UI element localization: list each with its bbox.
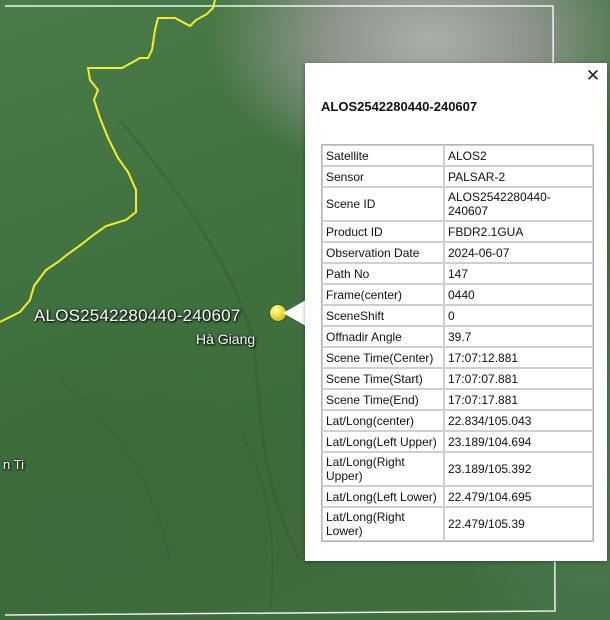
table-row: Offnadir Angle 39.7 — [322, 326, 593, 347]
table-row: Lat/Long(center) 22.834/105.043 — [322, 410, 593, 431]
row-value: 147 — [444, 263, 593, 284]
row-value: 22.479/104.695 — [444, 486, 593, 507]
row-key: Scene Time(Center) — [322, 347, 444, 368]
row-value: 17:07:17.881 — [444, 389, 593, 410]
row-value: PALSAR-2 — [444, 166, 593, 187]
row-key: Path No — [322, 263, 444, 284]
row-value: 23.189/104.694 — [444, 431, 593, 452]
table-row: SceneShift 0 — [322, 305, 593, 326]
row-value: 17:07:07.881 — [444, 368, 593, 389]
balloon-title: ALOS2542280440-240607 — [321, 99, 478, 114]
row-value: FBDR2.1GUA — [444, 221, 593, 242]
row-value: ALOS2 — [444, 145, 593, 166]
table-row: Scene Time(Start) 17:07:07.881 — [322, 368, 593, 389]
row-key: Satellite — [322, 145, 444, 166]
scene-info-table: Satellite ALOS2 Sensor PALSAR-2 Scene ID ALOS… — [321, 144, 594, 542]
row-value: ALOS2542280440-240607 — [444, 187, 593, 221]
popup-tail — [283, 300, 306, 326]
row-key: Sensor — [322, 166, 444, 187]
placemark-label[interactable]: ALOS2542280440-240607 — [34, 306, 241, 326]
table-row: Observation Date 2024-06-07 — [322, 242, 593, 263]
table-row: Product ID FBDR2.1GUA — [322, 221, 593, 242]
row-key: Scene Time(Start) — [322, 368, 444, 389]
table-row: Lat/Long(Left Lower) 22.479/104.695 — [322, 486, 593, 507]
table-row: Lat/Long(Right Upper) 23.189/105.392 — [322, 452, 593, 486]
row-key: Lat/Long(Left Lower) — [322, 486, 444, 507]
table-row: Lat/Long(Left Upper) 23.189/104.694 — [322, 431, 593, 452]
table-row: Path No 147 — [322, 263, 593, 284]
edge-place-label: n Ti — [3, 457, 24, 472]
city-label: Hà Giang — [196, 331, 256, 347]
row-key: Frame(center) — [322, 284, 444, 305]
row-key: Scene Time(End) — [322, 389, 444, 410]
info-balloon: ✕ ALOS2542280440-240607 Satellite ALOS2 Se… — [305, 63, 607, 561]
table-row: Satellite ALOS2 — [322, 145, 593, 166]
table-row: Scene Time(Center) 17:07:12.881 — [322, 347, 593, 368]
row-key: SceneShift — [322, 305, 444, 326]
row-value: 22.479/105.39 — [444, 507, 593, 541]
row-key: Lat/Long(Left Upper) — [322, 431, 444, 452]
row-value: 17:07:12.881 — [444, 347, 593, 368]
row-value: 0440 — [444, 284, 593, 305]
row-key: Lat/Long(Right Upper) — [322, 452, 444, 486]
row-value: 39.7 — [444, 326, 593, 347]
row-value: 23.189/105.392 — [444, 452, 593, 486]
row-key: Product ID — [322, 221, 444, 242]
country-border — [0, 0, 216, 323]
table-row: Scene Time(End) 17:07:17.881 — [322, 389, 593, 410]
row-key: Observation Date — [322, 242, 444, 263]
table-row: Frame(center) 0440 — [322, 284, 593, 305]
table-row: Lat/Long(Right Lower) 22.479/105.39 — [322, 507, 593, 541]
row-value: 2024-06-07 — [444, 242, 593, 263]
row-key: Lat/Long(center) — [322, 410, 444, 431]
row-value: 0 — [444, 305, 593, 326]
row-key: Lat/Long(Right Lower) — [322, 507, 444, 541]
row-key: Scene ID — [322, 187, 444, 221]
table-row: Sensor PALSAR-2 — [322, 166, 593, 187]
table-row: Scene ID ALOS2542280440-240607 — [322, 187, 593, 221]
row-value: 22.834/105.043 — [444, 410, 593, 431]
close-icon[interactable]: ✕ — [584, 67, 602, 85]
row-key: Offnadir Angle — [322, 326, 444, 347]
